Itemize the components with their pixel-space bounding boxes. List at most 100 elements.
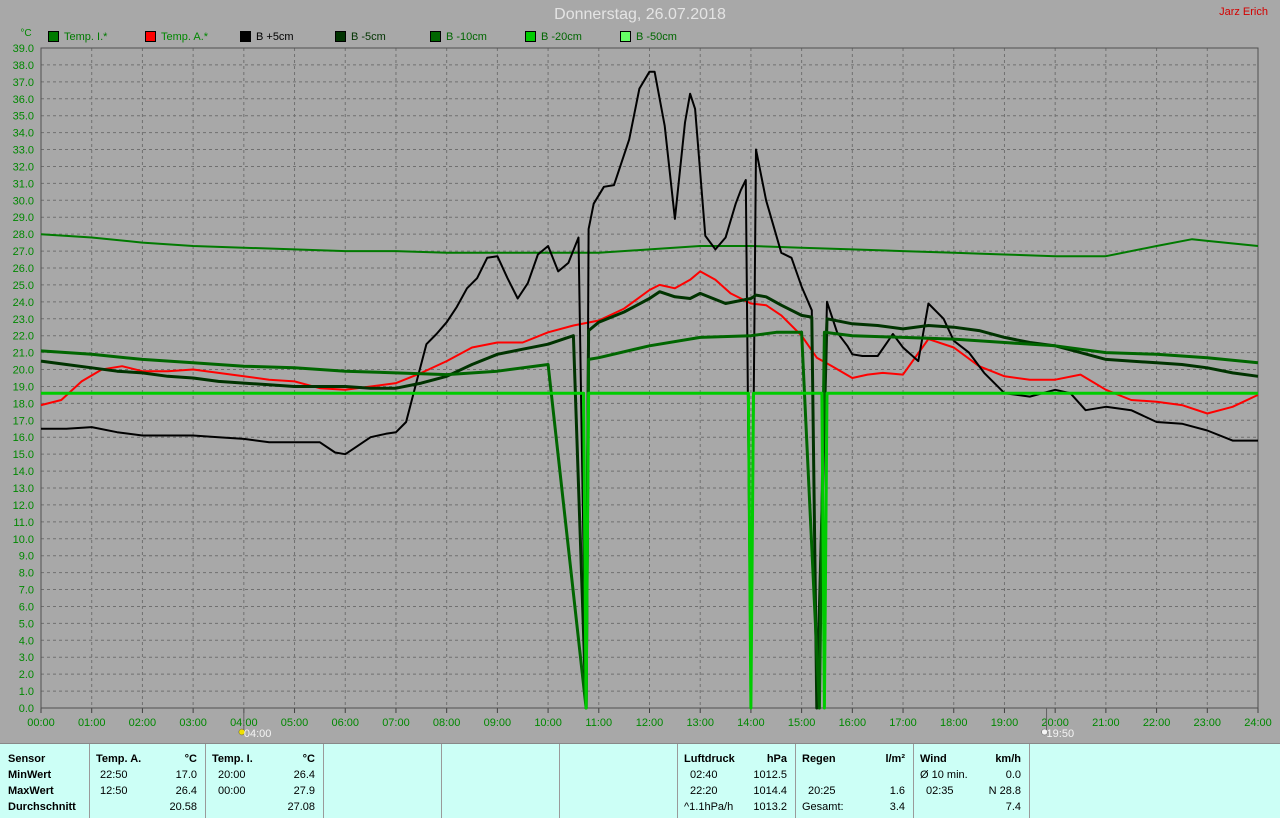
sensor-header: Sensor [8,753,46,765]
x-tick-label: 19:00 [991,717,1019,729]
y-tick-label: 39.0 [13,43,34,55]
summary-col-empty-3 [560,744,678,818]
y-tick-label: 35.0 [13,111,34,123]
wind-gust-time: 02:35 [926,785,954,797]
marker-time-label: 04:00 [244,728,272,740]
y-tick-label: 27.0 [13,246,34,258]
y-tick-label: 13.0 [13,483,34,495]
x-tick-label: 00:00 [27,717,55,729]
wind-row3-value: 7.4 [1005,801,1021,813]
rain-unit: l/m² [885,753,905,765]
min-row-label: MinWert [8,769,52,781]
y-tick-label: 32.0 [13,161,34,173]
pressure-trend-value: 1013.2 [753,801,787,813]
x-tick-label: 14:00 [737,717,765,729]
summary-col-sensor: Sensor MinWert MaxWert Durchschnitt [0,744,90,818]
y-tick-label: 29.0 [13,212,34,224]
x-tick-label: 05:00 [281,717,309,729]
y-tick-label: 4.0 [19,635,34,647]
y-tick-label: 21.0 [13,348,34,360]
x-tick-label: 21:00 [1092,717,1120,729]
y-tick-label: 28.0 [13,229,34,241]
y-tick-label: 30.0 [13,195,34,207]
temp-i-min-time: 20:00 [218,769,246,781]
y-axis-label: °C [20,28,31,39]
temp-i-header: Temp. I. [212,753,253,765]
x-tick-label: 11:00 [585,717,612,729]
temp-a-unit: °C [184,753,197,765]
y-tick-label: 11.0 [13,517,34,529]
x-tick-label: 18:00 [940,717,968,729]
summary-col-temp-i: Temp. I. °C 20:00 26.4 00:00 27.9 27.08 [206,744,324,818]
avg-row-label: Durchschnitt [8,801,76,813]
summary-col-wind: Wind km/h Ø 10 min. 0.0 02:35 N 28.8 7.4 [914,744,1030,818]
x-tick-label: 17:00 [889,717,917,729]
rain-total-value: 3.4 [889,801,905,813]
x-tick-label: 02:00 [129,717,157,729]
temp-i-unit: °C [302,753,315,765]
x-tick-label: 22:00 [1143,717,1171,729]
x-tick-label: 23:00 [1194,717,1222,729]
x-tick-label: 15:00 [788,717,816,729]
y-tick-label: 34.0 [13,128,34,140]
summary-panel: Sensor MinWert MaxWert Durchschnitt Temp… [0,743,1280,818]
x-tick-label: 09:00 [484,717,512,729]
temp-a-min-value: 17.0 [175,769,197,781]
y-tick-label: 15.0 [13,449,34,461]
y-tick-label: 6.0 [19,601,34,613]
temp-a-avg-value: 20.58 [169,801,197,813]
y-tick-label: 17.0 [13,415,34,427]
rain-total-label: Gesamt: [802,801,844,813]
chart-area: 0.0 1.0 2.0 3.0 4.0 5.0 6.0 7.0 8.0 9.0 10.0 11.0 12… [13,28,1272,740]
max-row-label: MaxWert [8,785,54,797]
x-tick-label: 10:00 [534,717,562,729]
temp-i-min-value: 26.4 [293,769,315,781]
y-tick-label: 38.0 [13,60,34,72]
marker-time-label: 19:50 [1047,728,1075,740]
y-tick-label: 25.0 [13,280,34,292]
x-tick-label: 07:00 [382,717,410,729]
temp-i-avg-value: 27.08 [287,801,315,813]
wind-avg-label: Ø 10 min. [920,769,968,781]
pressure-max-time: 22:20 [690,785,718,797]
pressure-unit: hPa [766,753,787,765]
pressure-header: Luftdruck [684,753,735,765]
y-tick-label: 23.0 [13,314,34,326]
y-tick-label: 20.0 [13,365,34,377]
y-tick-label: 3.0 [19,652,34,664]
x-tick-label: 16:00 [839,717,867,729]
y-tick-label: 7.0 [19,585,34,597]
y-tick-label: 10.0 [13,534,34,546]
y-tick-label: 9.0 [19,551,34,563]
y-tick-label: 8.0 [19,568,34,580]
y-tick-label: 31.0 [13,178,34,190]
rain-header: Regen [802,753,836,765]
rain-time: 20:25 [808,785,836,797]
summary-col-empty-2 [442,744,560,818]
y-tick-label: 18.0 [13,398,34,410]
summary-col-empty-1 [324,744,442,818]
x-tick-label: 12:00 [636,717,664,729]
y-tick-label: 19.0 [13,381,34,393]
wind-unit: km/h [995,753,1021,765]
y-tick-label: 5.0 [19,618,34,630]
x-tick-label: 08:00 [433,717,461,729]
temp-a-max-time: 12:50 [100,785,128,797]
y-tick-label: 12.0 [13,500,34,512]
x-tick-label: 01:00 [78,717,106,729]
y-tick-label: 33.0 [13,145,34,157]
y-tick-label: 26.0 [13,263,34,275]
y-tick-label: 22.0 [13,331,34,343]
wind-header: Wind [920,753,947,765]
x-tick-label: 13:00 [686,717,714,729]
summary-col-pressure: Luftdruck hPa 02:40 1012.5 22:20 1014.4 … [678,744,796,818]
wind-avg-value: 0.0 [1005,769,1021,781]
y-tick-label: 24.0 [13,297,34,309]
temp-a-min-time: 22:50 [100,769,128,781]
y-tick-label: 2.0 [19,669,34,681]
temp-a-max-value: 26.4 [175,785,197,797]
x-tick-label: 06:00 [331,717,359,729]
x-tick-label: 24:00 [1244,717,1272,729]
rain-value: 1.6 [889,785,905,797]
temp-i-max-value: 27.9 [293,785,315,797]
